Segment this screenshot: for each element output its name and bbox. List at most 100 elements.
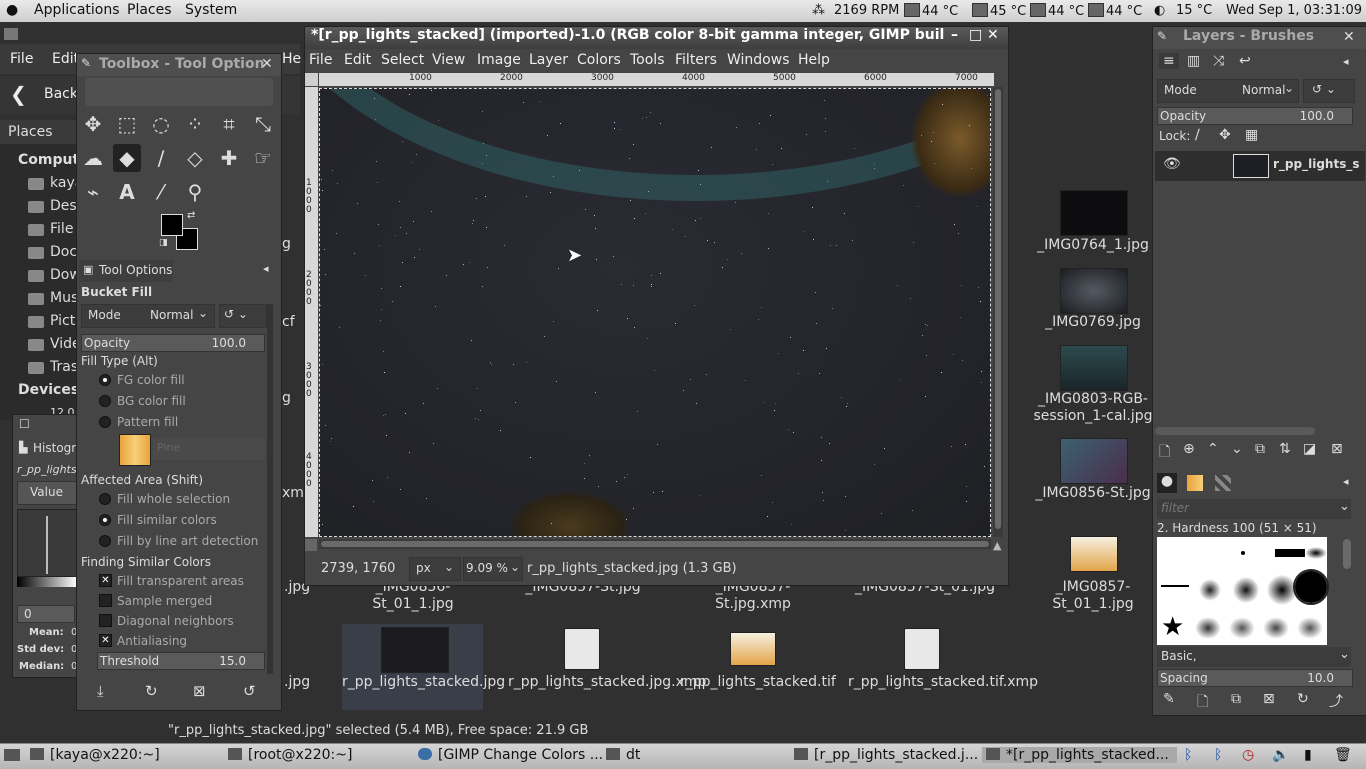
image-thumbnail[interactable] xyxy=(1060,438,1128,484)
paths-tool-icon[interactable]: ⌁ xyxy=(79,178,107,206)
image-thumbnail[interactable] xyxy=(1060,190,1128,236)
delete-options-icon[interactable]: ⊠ xyxy=(193,682,206,700)
edit-brush-icon[interactable]: ✎ xyxy=(1163,691,1175,707)
checkbox-diagonal-neighbors[interactable] xyxy=(99,614,112,627)
paintbrush-tool-icon[interactable]: ∕ xyxy=(147,144,175,172)
task-button[interactable]: dt xyxy=(606,747,640,763)
file-label[interactable]: r_pp_lights_stacked.jpg.xmp xyxy=(508,674,706,691)
undo-history-tab-icon[interactable]: ↩ xyxy=(1239,53,1251,69)
check-label[interactable]: Fill transparent areas xyxy=(117,574,244,588)
file-label[interactable]: _IMG0764_1.jpg xyxy=(1030,237,1156,254)
menu-colors[interactable]: Colors xyxy=(577,52,621,68)
delete-brush-icon[interactable]: ⊠ xyxy=(1263,691,1275,707)
navigate-icon[interactable]: ▲ xyxy=(993,539,1005,552)
duplicate-brush-icon[interactable]: ⧉ xyxy=(1231,691,1241,707)
place-item[interactable]: Doc xyxy=(50,244,77,260)
file-label[interactable]: cf xyxy=(282,314,295,331)
xmp-file-icon[interactable] xyxy=(564,628,600,670)
warp-tool-icon[interactable]: ☁ xyxy=(79,144,107,172)
file-label[interactable]: xm xyxy=(282,485,304,502)
brush-grid-scrollbar[interactable] xyxy=(1343,539,1351,569)
layer-mode-reset-button[interactable]: ↺ ⌄ xyxy=(1303,79,1355,103)
paths-tab-icon[interactable]: ⤨ xyxy=(1213,53,1224,69)
lower-layer-icon[interactable]: ⌄ xyxy=(1231,441,1243,457)
raise-layer-icon[interactable]: ⌃ xyxy=(1207,441,1219,457)
menu-windows[interactable]: Windows xyxy=(727,52,790,68)
pattern-name-field[interactable]: Pine xyxy=(153,438,265,460)
fill-option-label[interactable]: Pattern fill xyxy=(117,415,178,429)
zoom-select[interactable]: 9.09 % ⌄ xyxy=(463,557,523,581)
bucket-fill-tool-icon[interactable]: ◆ xyxy=(113,144,141,172)
area-option-label[interactable]: Fill similar colors xyxy=(117,513,217,527)
file-label[interactable]: _IMG0803-RGB-session_1-cal.jpg xyxy=(1030,391,1156,425)
file-label[interactable]: g xyxy=(282,390,291,407)
eraser-tool-icon[interactable]: ◇ xyxy=(181,144,209,172)
close-icon[interactable]: ✕ xyxy=(1343,29,1355,45)
place-item[interactable]: Tras xyxy=(50,359,78,375)
rect-select-tool-icon[interactable]: ⬚ xyxy=(113,110,141,138)
swap-colors-icon[interactable]: ⇄ xyxy=(187,210,195,221)
gradients-tab-icon[interactable] xyxy=(1215,475,1231,491)
layer-opacity-spin[interactable]: Opacity 100.0 xyxy=(1157,107,1353,125)
merge-layer-icon[interactable]: ⇅ xyxy=(1279,441,1291,457)
menu-system[interactable]: System xyxy=(185,2,237,18)
lock-alpha-icon[interactable]: ▦ xyxy=(1245,127,1258,143)
brush-grid[interactable]: ★ xyxy=(1157,537,1329,645)
menu-select[interactable]: Select xyxy=(381,52,424,68)
smudge-tool-icon[interactable]: ☞ xyxy=(249,144,277,172)
dock-menu-icon[interactable]: ◂ xyxy=(1343,475,1349,488)
check-label[interactable]: Diagonal neighbors xyxy=(117,614,234,628)
check-label[interactable]: Antialiasing xyxy=(117,634,187,648)
brushes-tab-icon[interactable]: ● xyxy=(1157,473,1177,493)
menu-edit[interactable]: Edit xyxy=(344,52,371,68)
mode-reset-button[interactable]: ↺ ⌄ xyxy=(219,304,267,328)
new-brush-icon[interactable]: 🗋 xyxy=(1197,691,1208,715)
image-thumbnail[interactable] xyxy=(730,632,776,666)
brush-filter-input[interactable]: filter ⌄ xyxy=(1157,499,1351,519)
file-label[interactable]: r_pp_lights_stacked.tif.xmp xyxy=(848,674,1038,691)
histogram-graph[interactable] xyxy=(17,509,79,577)
menu-image[interactable]: Image xyxy=(477,52,521,68)
lock-pixels-icon[interactable]: ∕ xyxy=(1195,127,1200,143)
crop-tool-icon[interactable]: ⌗ xyxy=(215,110,243,138)
layer-mode-select[interactable]: Mode Normal ⌄ xyxy=(1157,79,1299,103)
delete-layer-icon[interactable]: ⊠ xyxy=(1331,441,1343,457)
gnome-foot-icon[interactable]: ● xyxy=(6,2,18,18)
radio-fill-line-art[interactable] xyxy=(99,535,111,547)
menu-file[interactable]: File xyxy=(309,52,332,68)
horizontal-ruler[interactable]: 1000 2000 3000 4000 5000 6000 7000 xyxy=(319,73,994,86)
task-button[interactable]: [kaya@x220:~] xyxy=(30,747,160,763)
menu-tools[interactable]: Tools xyxy=(630,52,665,68)
tab-tool-options[interactable]: ▣ Tool Options xyxy=(79,260,173,282)
nautilus-menu-file[interactable]: File xyxy=(10,51,33,67)
nautilus-menu-help[interactable]: He xyxy=(282,51,301,67)
mask-icon[interactable]: ◪ xyxy=(1303,441,1316,457)
histogram-title[interactable]: Histogr xyxy=(33,441,76,455)
file-label[interactable]: r_pp_lights_stacked.jpg xyxy=(342,674,505,691)
file-label[interactable]: r_pp_lights_stacked.tif xyxy=(680,674,836,691)
options-scrollbar[interactable] xyxy=(267,304,273,674)
toolbox-titlebar[interactable]: ✎ Toolbox - Tool Option ✕ xyxy=(77,54,281,76)
transform-tool-icon[interactable]: ⤡ xyxy=(249,110,277,138)
radio-fill-whole-selection[interactable] xyxy=(99,493,111,505)
close-icon[interactable]: ✕ xyxy=(261,56,273,72)
layers-titlebar[interactable]: ✎ Layers - Brushes ✕ xyxy=(1153,27,1366,49)
new-group-icon[interactable]: ⊕ xyxy=(1183,441,1195,457)
wilber-drop-area[interactable] xyxy=(85,78,273,106)
channel-select[interactable]: Value xyxy=(17,481,79,505)
save-options-icon[interactable]: ⤓ xyxy=(97,682,104,700)
brush-spacing-spin[interactable]: Spacing 10.0 xyxy=(1157,669,1353,687)
menu-layer[interactable]: Layer xyxy=(529,52,568,68)
ruler-corner[interactable] xyxy=(305,73,318,86)
pattern-preview[interactable] xyxy=(119,434,151,466)
menu-help[interactable]: Help xyxy=(798,52,830,68)
refresh-brushes-icon[interactable]: ↻ xyxy=(1297,691,1309,707)
place-item[interactable]: Mus xyxy=(50,290,78,306)
image-thumbnail[interactable] xyxy=(1060,268,1128,314)
default-colors-icon[interactable]: ◨ xyxy=(159,238,168,248)
menu-filters[interactable]: Filters xyxy=(675,52,717,68)
checkbox-antialiasing[interactable]: ✕ xyxy=(99,634,112,647)
show-desktop-icon[interactable] xyxy=(4,749,20,761)
foreground-color[interactable] xyxy=(161,214,183,236)
trash-icon[interactable]: 🗑 xyxy=(1334,747,1352,763)
